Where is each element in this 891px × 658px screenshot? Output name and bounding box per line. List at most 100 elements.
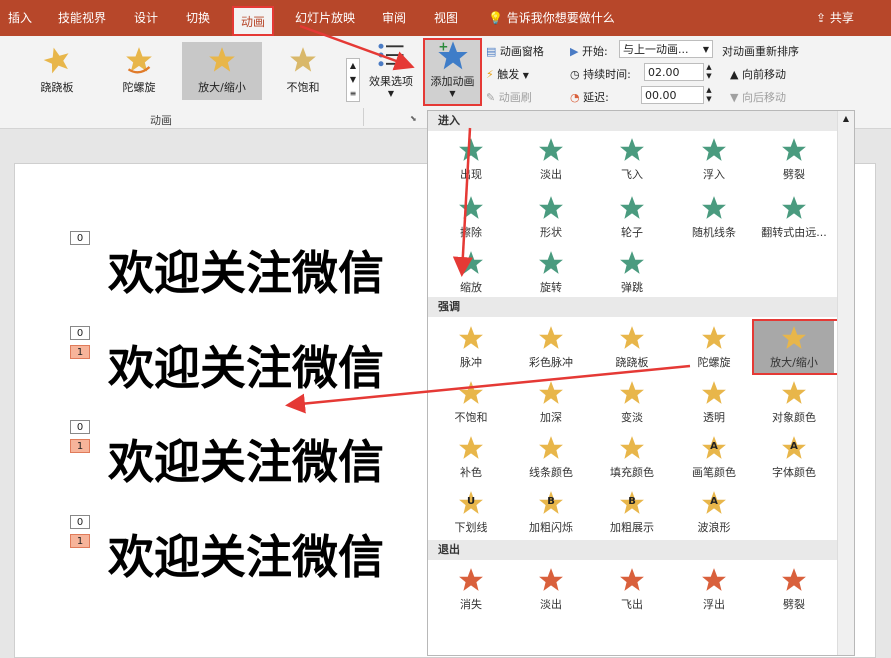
animation-tag[interactable]: 1 <box>70 534 90 548</box>
animation-option[interactable]: 劈裂 <box>754 133 834 185</box>
gallery-spin[interactable]: 陀螺旋 <box>104 42 174 100</box>
animation-option[interactable]: 脉冲 <box>431 321 511 373</box>
animation-option[interactable]: 轮子 <box>592 191 672 243</box>
move-earlier-button[interactable]: ▲ 向前移动 <box>730 66 786 82</box>
slide-text-3[interactable]: 欢迎关注微信 <box>108 426 384 492</box>
animation-option-label: 消失 <box>460 598 482 611</box>
gallery-scroll[interactable]: ▲ ▼ ≡ <box>346 58 360 102</box>
letter-badge: U <box>466 496 476 507</box>
animation-option[interactable]: 不饱和 <box>431 376 511 428</box>
tab-skills[interactable]: 技能视界 <box>52 0 112 36</box>
animation-option[interactable]: 画笔颜色 A <box>674 431 754 483</box>
delay-input[interactable]: 00.00 <box>641 86 704 104</box>
tab-transitions[interactable]: 切换 <box>180 0 216 36</box>
animation-option[interactable]: 缩放 <box>431 246 511 298</box>
animation-tag[interactable]: 0 <box>70 515 90 529</box>
animation-option[interactable]: 补色 <box>431 431 511 483</box>
animation-option[interactable]: 弹跳 <box>592 246 672 298</box>
animation-option[interactable]: 变淡 <box>592 376 672 428</box>
grow-shrink-icon <box>209 47 235 72</box>
tell-me-box[interactable]: 💡 告诉我你想要做什么 <box>488 0 615 36</box>
emph-star-icon <box>620 381 644 404</box>
animation-option[interactable]: 线条颜色 <box>511 431 591 483</box>
share-button[interactable]: ⇪ 共享 <box>816 0 854 36</box>
tab-view[interactable]: 视图 <box>428 0 464 36</box>
animation-option[interactable]: 随机线条 <box>674 191 754 243</box>
animation-option[interactable]: 彩色脉冲 <box>511 321 591 373</box>
gallery-seesaw[interactable]: 跷跷板 <box>22 42 92 100</box>
animation-option[interactable]: 对象颜色 <box>754 376 834 428</box>
tab-insert[interactable]: 插入 <box>4 0 36 36</box>
animation-option-label: 飞入 <box>621 168 643 181</box>
letter-badge: A <box>710 441 718 452</box>
animation-option[interactable]: 淡出 <box>511 133 591 185</box>
animation-option[interactable]: 翻转式由远... <box>754 191 834 243</box>
duration-stepper[interactable]: ▲ ▼ <box>704 63 714 81</box>
dropdown-scrollbar[interactable]: ▲ <box>837 111 854 655</box>
animation-option[interactable]: 跷跷板 <box>592 321 672 373</box>
animation-option[interactable]: 加粗展示 B <box>592 486 672 538</box>
animation-pane-button[interactable]: ▤ 动画窗格 <box>486 43 544 59</box>
effect-options-button[interactable]: 效果选项 ▼ <box>364 40 418 102</box>
emph-star-icon <box>782 381 806 404</box>
group-label-animation: 动画 <box>150 114 172 127</box>
animation-option[interactable]: 字体颜色 A <box>754 431 834 483</box>
emph-star-icon <box>702 326 726 349</box>
delay-stepper[interactable]: ▲ ▼ <box>704 86 714 104</box>
highlight-add-animation <box>423 38 482 106</box>
animation-option[interactable]: 消失 <box>431 563 511 615</box>
tab-animations[interactable]: 动画 <box>232 6 274 36</box>
animation-option[interactable]: 形状 <box>511 191 591 243</box>
animation-option[interactable]: 劈裂 <box>754 563 834 615</box>
animation-tag[interactable]: 1 <box>70 439 90 453</box>
animation-option[interactable]: 陀螺旋 <box>674 321 754 373</box>
slide-text-4[interactable]: 欢迎关注微信 <box>108 521 384 587</box>
lightbulb-icon: 💡 <box>488 11 503 25</box>
dialog-launcher-icon[interactable]: ⬊ <box>410 114 417 123</box>
animation-option[interactable]: 加深 <box>511 376 591 428</box>
animation-option[interactable]: 放大/缩小 <box>752 319 840 375</box>
slide-text-1[interactable]: 欢迎关注微信 <box>108 237 384 303</box>
animation-painter-button[interactable]: ✎ 动画刷 <box>486 89 532 105</box>
enter-star-icon <box>459 251 483 274</box>
gallery-desaturate[interactable]: 不饱和 <box>268 42 338 100</box>
animation-option[interactable]: 飞出 <box>592 563 672 615</box>
emph-star-icon <box>459 381 483 404</box>
animation-option[interactable]: 淡出 <box>511 563 591 615</box>
animation-option[interactable]: 浮出 <box>674 563 754 615</box>
animation-option[interactable]: 出现 <box>431 133 511 185</box>
emph-star-icon <box>539 381 563 404</box>
animation-pane-icon: ▤ <box>486 45 497 58</box>
tab-review[interactable]: 审阅 <box>376 0 412 36</box>
enter-star-icon <box>702 138 726 161</box>
animation-option[interactable]: 加粗闪烁 B <box>511 486 591 538</box>
animation-tag[interactable]: 0 <box>70 326 90 340</box>
tell-me-text: 告诉我你想要做什么 <box>506 11 615 25</box>
gallery-grow-shrink[interactable]: 放大/缩小 <box>182 42 262 100</box>
animation-option-label: 擦除 <box>460 226 482 239</box>
animation-option-label: 浮出 <box>703 598 725 611</box>
animation-tag[interactable]: 0 <box>70 420 90 434</box>
animation-option-label: 弹跳 <box>621 281 643 294</box>
animation-option[interactable]: 飞入 <box>592 133 672 185</box>
enter-star-icon <box>702 196 726 219</box>
animation-option-label: 彩色脉冲 <box>529 356 573 369</box>
animation-option[interactable]: 擦除 <box>431 191 511 243</box>
start-select[interactable]: 与上一动画... ▼ <box>619 40 713 58</box>
slide-text-2[interactable]: 欢迎关注微信 <box>108 332 384 398</box>
trigger-button[interactable]: ⚡ 触发 ▼ <box>486 66 529 82</box>
tab-design[interactable]: 设计 <box>128 0 164 36</box>
animation-option[interactable]: 旋转 <box>511 246 591 298</box>
animation-option[interactable]: 浮入 <box>674 133 754 185</box>
tab-slideshow[interactable]: 幻灯片放映 <box>290 0 360 36</box>
duration-input[interactable]: 02.00 <box>644 63 704 81</box>
animation-option[interactable]: 波浪形 A <box>674 486 754 538</box>
animation-painter-label: 动画刷 <box>498 91 532 104</box>
animation-option[interactable]: 填充颜色 <box>592 431 672 483</box>
animation-option[interactable]: 下划线 U <box>431 486 511 538</box>
animation-option[interactable]: 透明 <box>674 376 754 428</box>
move-later-button[interactable]: ▼ 向后移动 <box>730 89 786 105</box>
animation-tag[interactable]: 1 <box>70 345 90 359</box>
animation-tag[interactable]: 0 <box>70 231 90 245</box>
delay-icon: ◔ <box>570 91 580 104</box>
